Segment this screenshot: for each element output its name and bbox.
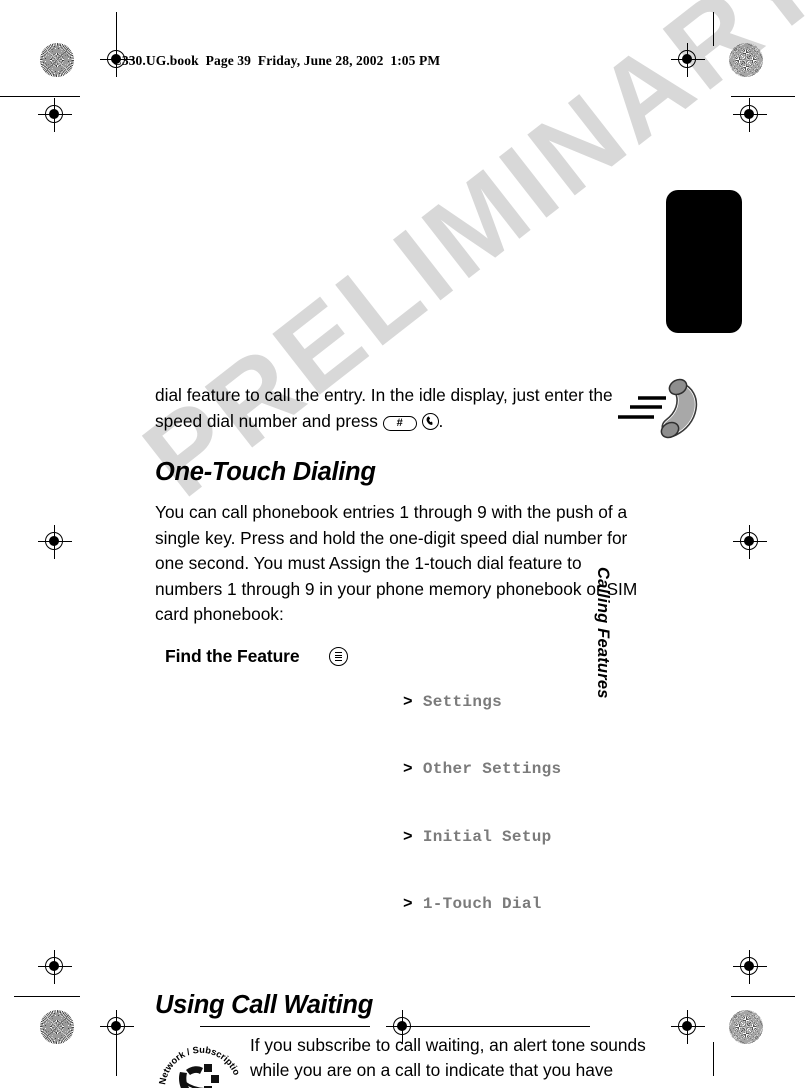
menu-path-item[interactable]: > Initial Setup xyxy=(403,826,647,849)
svg-text:Network / Subscription: Network / Subscription xyxy=(151,1035,242,1085)
trim-line-bottom-right-v xyxy=(713,1042,715,1076)
registration-mark-right-upper xyxy=(733,98,767,132)
registration-mark-left-upper xyxy=(38,98,72,132)
registration-mark-left-middle xyxy=(38,525,72,559)
one-touch-dialing-body: You can call phonebook entries 1 through… xyxy=(155,502,638,624)
trim-line-bottom-left xyxy=(14,996,80,998)
registration-mark-bottom-left xyxy=(100,1010,134,1044)
document-page: PRELIMINARY C330.UG.book Page 39 Friday,… xyxy=(0,0,807,1088)
menu-path-item[interactable]: > Other Settings xyxy=(403,758,647,781)
trim-line-right-upper xyxy=(731,96,795,98)
registration-mark-bottom-right xyxy=(671,1010,705,1044)
registration-mark-left-lower xyxy=(38,950,72,984)
intro-line-1: dial feature to call the entry. In the i… xyxy=(155,385,584,405)
section-heading-one-touch-dialing: One-Touch Dialing xyxy=(155,458,376,486)
intro-period: . xyxy=(438,410,444,431)
registration-mark-right-middle xyxy=(733,525,767,559)
print-rosette-bottom-right xyxy=(729,1010,763,1044)
trim-line-bottom-right xyxy=(731,996,795,998)
page-content: dial feature to call the entry. In the i… xyxy=(148,383,647,1088)
call-waiting-note-text: If you subscribe to call waiting, an ale… xyxy=(250,1033,647,1088)
menu-path-item[interactable]: > Settings xyxy=(403,691,647,714)
menu-path-item[interactable]: > 1-Touch Dial xyxy=(403,893,647,916)
chapter-tab xyxy=(666,190,742,333)
hash-key-icon: # xyxy=(382,415,417,431)
print-rosette-bottom-left xyxy=(40,1010,74,1044)
find-the-feature-label: Find the Feature xyxy=(165,645,300,666)
find-the-feature-items-1: > Settings > Other Settings > Initial Se… xyxy=(403,646,647,961)
trim-line-bottom-left-v xyxy=(116,1042,118,1076)
menu-icon[interactable] xyxy=(329,646,348,671)
trim-line-top-left xyxy=(116,12,118,46)
file-slug-header: C330.UG.book Page 39 Friday, June 28, 20… xyxy=(112,53,441,68)
registration-mark-right-lower xyxy=(733,950,767,984)
network-subscription-badge-icon: Network / Subscription Dependent Feature xyxy=(148,1027,247,1088)
section-heading-using-call-waiting: Using Call Waiting xyxy=(155,990,373,1019)
intro-paragraph: dial feature to call the entry. In the i… xyxy=(155,383,647,434)
trim-line-left-upper xyxy=(14,96,80,98)
trim-line-top-rule xyxy=(0,96,14,98)
find-the-feature-block-1: Find the Feature > Settings > Other Sett… xyxy=(155,646,647,961)
send-key-icon xyxy=(421,412,439,430)
trim-line-top-right xyxy=(713,12,715,46)
print-rosette-top-left xyxy=(40,43,74,77)
call-waiting-note: Network / Subscription Dependent Feature xyxy=(148,1027,647,1088)
call-waiting-note-part1: If you subscribe to call waiting, an ale… xyxy=(250,1034,646,1088)
